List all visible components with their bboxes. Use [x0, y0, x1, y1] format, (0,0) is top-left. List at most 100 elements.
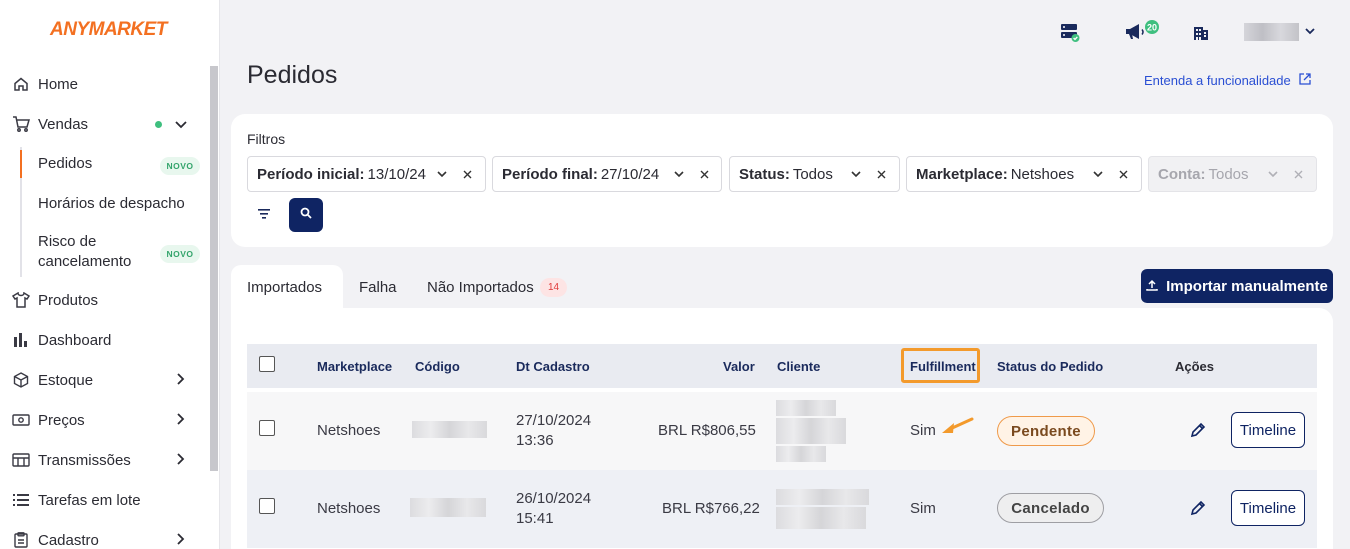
sidebar-item-dashboard[interactable]: Dashboard [0, 320, 210, 360]
sidebar-item-vendas[interactable]: Vendas [0, 104, 210, 144]
help-link-label: Entenda a funcionalidade [1144, 73, 1291, 88]
filter-value: Todos [792, 165, 833, 183]
fulfillment-highlight-box [901, 348, 980, 383]
shirt-icon [12, 291, 30, 309]
home-icon [12, 75, 30, 93]
sidebar-subitem-horarios[interactable]: Horários de despacho [38, 194, 185, 214]
cell-cliente-blurred [776, 489, 869, 505]
building-icon[interactable] [1190, 21, 1212, 43]
clear-icon[interactable] [877, 167, 886, 182]
filters-title: Filtros [247, 131, 286, 147]
filter-value: 13/10/24 [367, 165, 426, 183]
chevron-down-icon[interactable] [1093, 167, 1103, 181]
list-icon [12, 491, 30, 509]
server-status-icon[interactable] [1059, 21, 1081, 43]
sidebar-scrollbar[interactable] [210, 66, 218, 471]
megaphone-icon[interactable]: 20 [1124, 20, 1160, 43]
column-header-codigo[interactable]: Código [415, 359, 460, 374]
filter-lines-icon[interactable] [255, 205, 273, 223]
status-badge: Cancelado [997, 493, 1104, 523]
cell-cliente-blurred [776, 400, 836, 416]
timeline-button[interactable]: Timeline [1231, 490, 1305, 526]
row-checkbox[interactable] [259, 420, 275, 436]
column-header-dt-cadastro[interactable]: Dt Cadastro [516, 359, 590, 374]
sidebar-item-transmissoes[interactable]: Transmissões [0, 440, 210, 480]
sidebar-item-label: Vendas [38, 115, 89, 133]
user-name-blurred[interactable] [1244, 23, 1299, 41]
tab-nao-importados[interactable]: Não Importados [427, 279, 534, 296]
sidebar-item-label: Dashboard [38, 331, 112, 349]
cell-valor: BRL R$806,55 [658, 422, 756, 439]
new-badge: NOVO [160, 245, 200, 263]
sidebar-item-label: Tarefas em lote [38, 491, 141, 509]
sidebar-item-label: Estoque [38, 371, 94, 389]
import-manually-label: Importar manualmente [1166, 277, 1328, 295]
box-icon [12, 371, 30, 389]
filter-value: 27/10/24 [600, 165, 660, 183]
filter-key: Período final: [502, 165, 598, 183]
chevron-right-icon [174, 372, 188, 388]
sidebar-subitem-risco[interactable]: Risco de cancelamento [38, 232, 131, 272]
clear-icon[interactable] [700, 167, 709, 182]
column-header-status[interactable]: Status do Pedido [997, 359, 1103, 374]
filter-key: Período inicial: [257, 165, 365, 183]
filter-periodo-inicial[interactable]: Período inicial: 13/10/24 [247, 156, 486, 192]
filter-periodo-final[interactable]: Período final: 27/10/24 [492, 156, 722, 192]
cell-cliente-blurred [776, 418, 846, 444]
help-link[interactable]: Entenda a funcionalidade [1144, 73, 1311, 88]
sidebar-item-label: Produtos [38, 291, 99, 309]
cell-codigo-blurred [412, 421, 487, 438]
edit-pencil-icon[interactable] [1190, 422, 1208, 440]
filter-marketplace[interactable]: Marketplace: Netshoes [906, 156, 1142, 192]
chevron-down-icon[interactable] [851, 167, 861, 181]
chevron-down-icon[interactable] [1305, 24, 1315, 38]
cell-fulfillment: Sim [910, 422, 936, 439]
transmission-icon [12, 451, 30, 469]
sidebar: ANYMARKET Home Vendas Pedidos NOVO Horár… [0, 0, 220, 549]
cell-valor: BRL R$766,22 [662, 500, 760, 517]
clear-icon[interactable] [463, 167, 472, 182]
edit-pencil-icon[interactable] [1190, 500, 1208, 518]
clear-icon[interactable] [1119, 167, 1128, 182]
select-all-checkbox[interactable] [259, 356, 275, 372]
column-header-cliente[interactable]: Cliente [777, 359, 820, 374]
sidebar-item-cadastro[interactable]: Cadastro [0, 520, 210, 549]
sidebar-item-tarefas[interactable]: Tarefas em lote [0, 480, 210, 520]
column-header-valor[interactable]: Valor [723, 359, 755, 374]
sidebar-item-label: Home [38, 75, 79, 93]
sidebar-subitem-label: Risco de [38, 233, 97, 250]
cell-date: 27/10/2024 [516, 412, 592, 429]
sidebar-subitem-pedidos[interactable]: Pedidos [38, 154, 92, 174]
cell-fulfillment: Sim [910, 500, 936, 517]
sidebar-item-home[interactable]: Home [0, 64, 210, 104]
anymarket-logo[interactable]: ANYMARKET [50, 19, 167, 41]
sidebar-subitem-label-line2: cancelamento [38, 253, 132, 270]
chevron-down-icon[interactable] [437, 167, 447, 181]
row-checkbox[interactable] [259, 498, 275, 514]
cell-marketplace: Netshoes [317, 500, 381, 517]
sidebar-item-label: Preços [38, 411, 85, 429]
filter-value: Netshoes [1010, 165, 1075, 183]
chevron-down-icon[interactable] [674, 167, 684, 181]
cash-icon [12, 411, 30, 429]
search-button[interactable] [289, 198, 323, 232]
chevron-right-icon [174, 452, 188, 468]
tab-falha[interactable]: Falha [359, 279, 397, 296]
filter-status[interactable]: Status: Todos [729, 156, 900, 192]
tab-importados[interactable]: Importados [247, 279, 322, 296]
import-manually-button[interactable]: Importar manualmente [1141, 269, 1333, 303]
clipboard-icon [12, 531, 30, 549]
filter-key: Marketplace: [916, 165, 1008, 183]
filter-value: Todos [1208, 165, 1249, 183]
status-badge: Pendente [997, 416, 1095, 446]
chevron-right-icon [174, 412, 188, 428]
cell-time: 15:41 [516, 510, 554, 527]
cell-cliente-blurred [776, 507, 866, 529]
sidebar-item-precos[interactable]: Preços [0, 400, 210, 440]
timeline-button[interactable]: Timeline [1231, 412, 1305, 448]
sidebar-item-produtos[interactable]: Produtos [0, 280, 210, 320]
filter-key: Conta: [1158, 165, 1206, 183]
column-header-marketplace[interactable]: Marketplace [317, 359, 392, 374]
chevron-down-icon [1268, 167, 1278, 181]
sidebar-item-estoque[interactable]: Estoque [0, 360, 210, 400]
